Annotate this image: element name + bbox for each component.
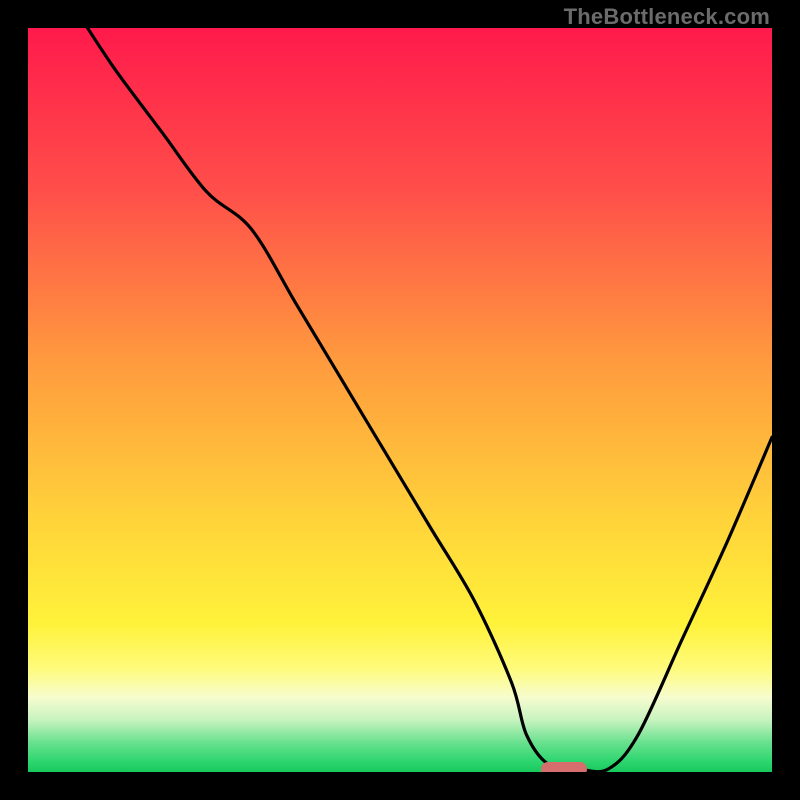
chart-frame: TheBottleneck.com xyxy=(0,0,800,800)
optimal-marker xyxy=(541,762,587,772)
plot-area xyxy=(28,28,772,772)
watermark-text: TheBottleneck.com xyxy=(564,4,770,30)
bottleneck-curve xyxy=(28,28,772,772)
